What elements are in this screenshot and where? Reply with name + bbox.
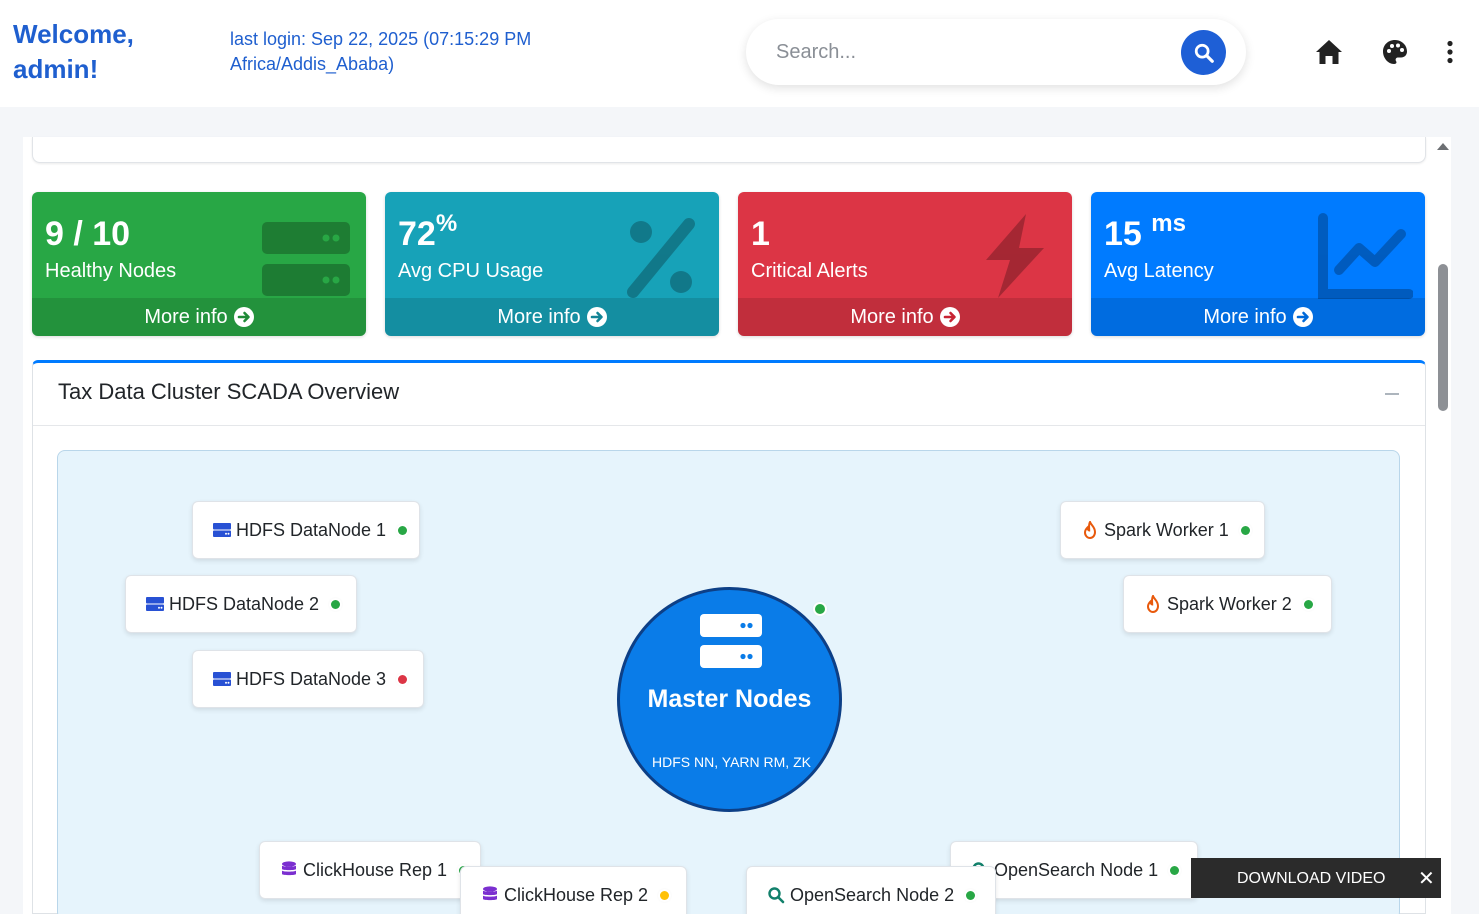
status-dot-ok — [815, 604, 825, 614]
collapsed-card — [32, 137, 1426, 163]
node-label: Spark Worker 1 — [1104, 519, 1229, 540]
arrow-circle-right-icon — [1292, 307, 1313, 327]
node-label: OpenSearch Node 1 — [994, 859, 1159, 880]
node-clickhouse-rep-2[interactable]: ClickHouse Rep 2 — [460, 866, 687, 914]
server-icon — [262, 222, 350, 296]
card-divider — [33, 425, 1425, 426]
master-title: Master Nodes — [647, 685, 812, 713]
node-label: Spark Worker 2 — [1167, 593, 1292, 614]
arrow-circle-right-icon — [939, 307, 960, 327]
search-input[interactable] — [776, 37, 1166, 67]
bolt-icon — [986, 214, 1044, 298]
status-dot-warning — [660, 890, 670, 900]
home-button[interactable] — [1313, 36, 1345, 68]
node-spark-worker-2[interactable]: Spark Worker 2 — [1123, 575, 1332, 633]
node-spark-worker-1[interactable]: Spark Worker 1 — [1060, 501, 1265, 559]
status-dot-ok — [1303, 599, 1313, 609]
more-menu-button[interactable] — [1434, 36, 1466, 68]
small-box-label: Healthy Nodes — [45, 260, 177, 282]
scrollbar-thumb[interactable] — [1438, 264, 1448, 411]
small-box-value: 15 ms — [1104, 210, 1186, 253]
small-box-value: 1 — [751, 215, 770, 253]
node-hdfs-datanode-3[interactable]: HDFS DataNode 3 — [192, 650, 424, 708]
status-dot-ok — [1170, 865, 1180, 875]
small-box-latency: 15 ms Avg Latency More info — [1091, 192, 1425, 336]
search-button[interactable] — [1181, 30, 1226, 75]
node-label: ClickHouse Rep 1 — [303, 859, 448, 880]
arrow-circle-right-icon — [586, 307, 607, 327]
master-subtitle: HDFS NN, YARN RM, ZK — [652, 754, 811, 770]
more-info-link[interactable]: More info — [1091, 298, 1425, 336]
server-icon — [700, 614, 762, 668]
node-hdfs-datanode-1[interactable]: HDFS DataNode 1 — [192, 501, 420, 559]
database-icon — [280, 861, 298, 879]
node-label: HDFS DataNode 1 — [236, 519, 387, 540]
status-dot-ok — [398, 525, 408, 535]
arrow-circle-right-icon — [233, 307, 254, 327]
card-title: Tax Data Cluster SCADA Overview — [58, 379, 400, 404]
small-box-label: Critical Alerts — [751, 260, 868, 282]
kebab-menu-icon — [1447, 40, 1453, 64]
small-box-label: Avg Latency — [1104, 260, 1214, 282]
status-dot-ok — [966, 890, 976, 900]
search-bar — [746, 19, 1246, 85]
more-info-link[interactable]: More info — [385, 298, 719, 336]
status-dot-ok — [331, 599, 341, 609]
close-icon[interactable]: ✕ — [1418, 866, 1435, 891]
small-box-critical-alerts: 1 Critical Alerts More info — [738, 192, 1072, 336]
small-box-value: 9 / 10 — [45, 215, 131, 253]
search-icon — [1194, 43, 1214, 63]
more-info-link[interactable]: More info — [738, 298, 1072, 336]
status-dot-ok — [1240, 525, 1250, 535]
database-icon — [481, 886, 499, 904]
palette-icon — [1383, 40, 1407, 64]
chart-line-icon — [1318, 213, 1413, 299]
small-box-healthy-nodes: 9 / 10 Healthy Nodes More info — [32, 192, 366, 336]
home-icon — [1316, 40, 1342, 64]
more-info-link[interactable]: More info — [32, 298, 366, 336]
master-nodes[interactable]: Master Nodes HDFS NN, YARN RM, ZK — [617, 587, 842, 812]
hdfs-server-icon — [213, 521, 231, 539]
top-navbar: Welcome, admin! last login: Sep 22, 2025… — [0, 0, 1479, 107]
fire-icon — [1144, 595, 1162, 613]
welcome-text: Welcome, admin! — [13, 19, 134, 84]
fire-icon — [1081, 521, 1099, 539]
download-video-bar: DOWNLOAD VIDEO ✕ — [1191, 858, 1441, 898]
node-label: HDFS DataNode 2 — [169, 593, 320, 614]
search-icon — [767, 886, 785, 904]
status-dot-error — [398, 674, 408, 684]
collapse-button[interactable] — [1385, 393, 1399, 395]
scroll-up-arrow[interactable] — [1437, 143, 1449, 150]
node-label: HDFS DataNode 3 — [236, 668, 387, 689]
node-hdfs-datanode-2[interactable]: HDFS DataNode 2 — [125, 575, 357, 633]
hdfs-server-icon — [213, 670, 231, 688]
download-video-button[interactable]: DOWNLOAD VIDEO — [1237, 870, 1385, 888]
small-box-cpu-usage: 72% Avg CPU Usage More info — [385, 192, 719, 336]
node-clickhouse-rep-1[interactable]: ClickHouse Rep 1 — [259, 841, 481, 899]
node-label: OpenSearch Node 2 — [790, 884, 955, 905]
hdfs-server-icon — [146, 595, 164, 613]
theme-button[interactable] — [1379, 36, 1411, 68]
small-box-value: 72% — [398, 210, 458, 253]
last-login-text: last login: Sep 22, 2025 (07:15:29 PM Af… — [230, 29, 532, 74]
scrollbar[interactable] — [1433, 137, 1453, 914]
node-label: ClickHouse Rep 2 — [504, 884, 649, 905]
node-opensearch-node-2[interactable]: OpenSearch Node 2 — [746, 866, 996, 914]
percent-icon — [627, 218, 695, 298]
small-box-label: Avg CPU Usage — [398, 260, 544, 282]
